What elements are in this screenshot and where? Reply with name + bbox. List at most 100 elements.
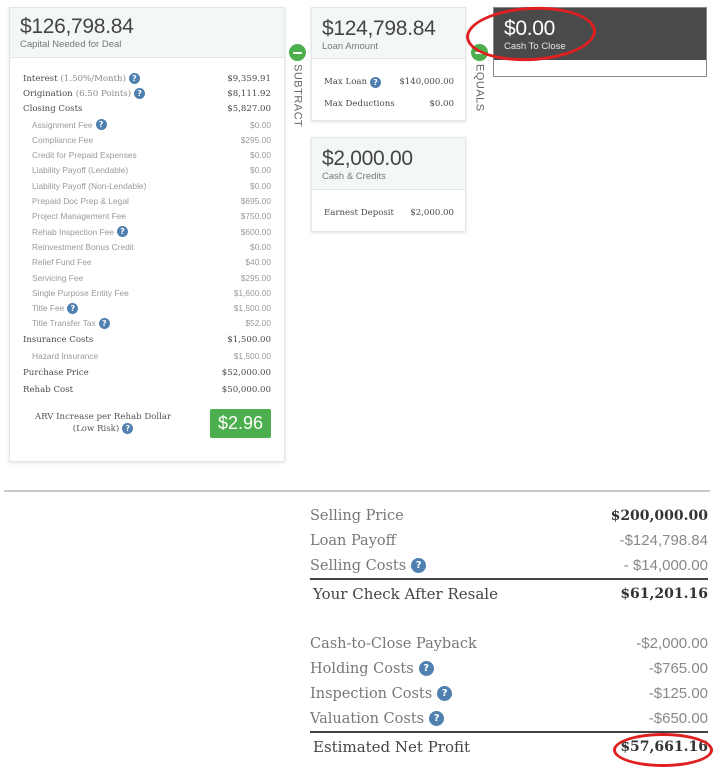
capital-breakdown-list: Interest (1.50%/Month)? $9,359.91 Originati…	[10, 58, 284, 399]
row-value: $9,359.91	[227, 73, 271, 84]
cost-subrow: Project Management Fee $750.00	[23, 209, 271, 224]
net-profit-row: Estimated Net Profit $57,661.16	[310, 731, 708, 761]
row-value: $8,111.92	[227, 88, 271, 99]
cost-row: Interest (1.50%/Month)? $9,359.91	[23, 71, 271, 86]
row-label: Max Loan?	[324, 76, 382, 88]
row-label: Credit for Prepaid Expenses	[23, 150, 137, 160]
row-value: $52,000.00	[221, 367, 271, 378]
summary-label-text: Holding Costs	[310, 660, 414, 677]
subtract-label: SUBTRACT	[291, 64, 304, 128]
summary-label-text: Cash-to-Close Payback	[310, 635, 477, 652]
row-value: $52.00	[245, 318, 271, 329]
arv-value-badge: $2.96	[209, 408, 271, 438]
subtract-operator: SUBTRACT	[289, 44, 306, 127]
cash-breakdown-list: Earnest Deposit $2,000.00	[312, 190, 465, 224]
help-icon[interactable]: ?	[437, 686, 453, 701]
row-label-text: Max Deductions	[324, 99, 395, 109]
help-icon[interactable]: ?	[67, 302, 79, 314]
row-value: $695.00	[240, 196, 271, 207]
cash-credits-amount: $2,000.00	[322, 147, 413, 170]
summary-label: Selling Price	[310, 508, 404, 524]
summary-row: Inspection Costs? -$125.00	[310, 681, 708, 706]
row-label-text: Purchase Price	[23, 367, 89, 378]
summary-label-text: Valuation Costs	[310, 710, 425, 727]
summary-value: -$765.00	[648, 660, 708, 677]
cost-subrow: Rehab Inspection Fee? $600.00	[23, 224, 271, 239]
summary-value: $200,000.00	[610, 507, 708, 524]
loan-card-header: $124,798.84 Loan Amount	[312, 8, 465, 59]
row-label-text: Liability Payoff (Non-Lendable)	[32, 180, 147, 191]
help-icon[interactable]: ?	[128, 73, 140, 85]
cash-to-close-amount: $0.00	[504, 17, 556, 40]
loan-amount-label: Loan Amount	[322, 41, 378, 52]
cost-subrow: Liability Payoff (Lendable) $0.00	[23, 163, 271, 178]
help-icon[interactable]: ?	[122, 422, 134, 434]
cost-group: Cash-to-Close Payback -$2,000.00 Holding C…	[310, 631, 708, 731]
capital-card-header: $126,798.84 Capital Needed for Deal	[10, 8, 284, 58]
cost-subrow: Prepaid Doc Prep & Legal $695.00	[23, 193, 271, 208]
row-label-text: Servicing Fee	[32, 272, 84, 283]
equals-operator: EQUALS	[471, 44, 488, 112]
help-icon[interactable]: ?	[429, 711, 445, 726]
row-label: Relief Fund Fee	[23, 257, 92, 267]
help-icon[interactable]: ?	[370, 76, 382, 88]
row-label: Prepaid Doc Prep & Legal	[23, 196, 129, 206]
summary-value: -$650.00	[648, 710, 708, 727]
cost-subrow: Hazard Insurance $1,500.00	[23, 349, 271, 364]
help-icon[interactable]: ?	[98, 317, 110, 329]
cash-credits-card: $2,000.00 Cash & Credits Earnest Deposit…	[311, 137, 466, 232]
breakdown-row: Max Deductions $0.00	[324, 93, 454, 115]
row-label: Insurance Costs	[23, 335, 93, 345]
arv-section: ARV Increase per Rehab Dollar (Low Risk)…	[10, 408, 284, 438]
row-label-detail: (1.50%/Month)	[60, 73, 126, 84]
row-label-text: Interest	[23, 73, 58, 84]
summary-row: Cash-to-Close Payback -$2,000.00	[310, 631, 708, 656]
row-label: Origination (6.50 Points)?	[23, 88, 146, 100]
row-label: Interest (1.50%/Month)?	[23, 73, 140, 85]
cost-subrow: Title Transfer Tax? $52.00	[23, 316, 271, 331]
help-icon[interactable]: ?	[95, 119, 107, 131]
row-label-text: Insurance Costs	[23, 334, 94, 345]
row-label-text: Max Loan	[324, 77, 368, 87]
row-label-text: Compliance Fee	[32, 134, 93, 145]
row-label: Liability Payoff (Lendable)	[23, 165, 128, 175]
minus-circle-icon	[289, 44, 306, 61]
cash-to-close-label: Cash To Close	[504, 41, 566, 52]
row-label-text: Liability Payoff (Lendable)	[32, 165, 129, 176]
resale-group: Selling Price $200,000.00 Loan Payoff -$124…	[310, 503, 708, 578]
row-value: $295.00	[240, 272, 271, 283]
summary-label: Valuation Costs?	[310, 710, 445, 727]
row-label: Rehab Inspection Fee?	[23, 226, 128, 238]
cash-to-close-header: $0.00 Cash To Close	[494, 8, 706, 60]
cost-subrow: Servicing Fee $295.00	[23, 270, 271, 285]
help-icon[interactable]: ?	[134, 88, 146, 100]
row-label-text: Closing Costs	[23, 104, 83, 115]
summary-label-text: Selling Price	[310, 507, 404, 524]
cost-subrow: Credit for Prepaid Expenses $0.00	[23, 147, 271, 162]
row-value: $0.00	[250, 180, 271, 191]
cost-subrow: Relief Fund Fee $40.00	[23, 255, 271, 270]
row-label-text: Title Fee	[32, 303, 65, 314]
check-after-resale-label: Your Check After Resale	[313, 585, 498, 603]
summary-label: Inspection Costs?	[310, 686, 453, 702]
loan-amount-value: $124,798.84	[322, 17, 436, 40]
summary-value: -$124,798.84	[619, 532, 708, 549]
row-label-text: Project Management Fee	[32, 211, 127, 222]
cost-subrow: Single Purpose Entity Fee $1,600.00	[23, 285, 271, 300]
row-label: Max Deductions	[324, 99, 395, 109]
row-label-detail: (6.50 Points)	[75, 88, 132, 99]
row-label-text: Origination	[23, 88, 73, 99]
row-label-text: Earnest Deposit	[324, 208, 394, 218]
cost-subrow: Reinvestment Bonus Credit $0.00	[23, 239, 271, 254]
help-icon[interactable]: ?	[411, 558, 427, 573]
row-label-text: Rehab Inspection Fee	[32, 226, 114, 237]
row-value: $1,600.00	[233, 287, 271, 298]
cash-to-close-card: $0.00 Cash To Close	[493, 7, 707, 77]
help-icon[interactable]: ?	[116, 226, 128, 238]
row-value: $1,500.00	[233, 303, 271, 314]
cash-card-header: $2,000.00 Cash & Credits	[312, 138, 465, 190]
row-value: $0.00	[250, 150, 271, 161]
row-value: $1,500.00	[233, 351, 271, 362]
help-icon[interactable]: ?	[418, 661, 434, 676]
row-label: Purchase Price	[23, 368, 89, 378]
